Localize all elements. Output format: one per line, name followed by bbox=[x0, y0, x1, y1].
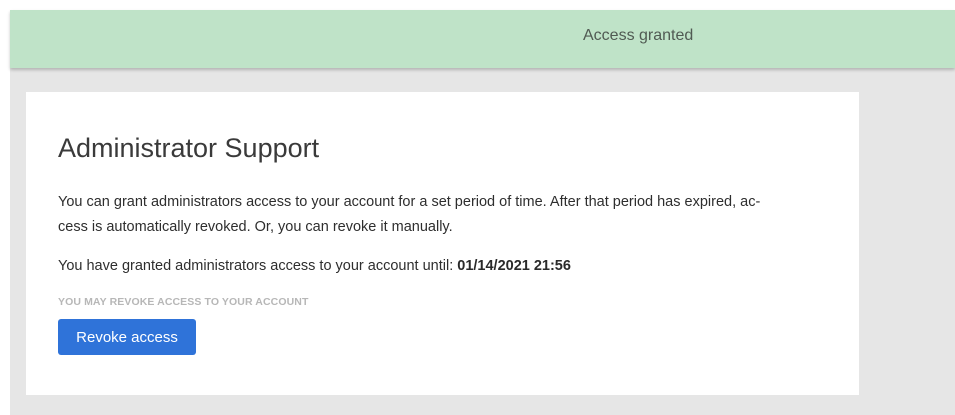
access-expiry-date: 01/14/2021 21:56 bbox=[457, 258, 571, 274]
page-title: Administrator Support bbox=[58, 133, 320, 163]
administrator-support-card: Administrator Support You can grant admi… bbox=[26, 92, 859, 395]
description-line: cess is automatically revoked. Or, you c… bbox=[58, 219, 453, 235]
access-status-text: You have granted administrators access t… bbox=[58, 258, 571, 274]
description-line: You can grant administrators access to y… bbox=[58, 194, 761, 210]
success-banner: Access granted bbox=[10, 10, 955, 68]
description-text: You can grant administrators access to y… bbox=[58, 190, 833, 240]
revoke-access-button[interactable]: Revoke access bbox=[58, 319, 196, 355]
page-background: Access granted Administrator Support You… bbox=[10, 10, 955, 415]
revoke-caption: YOU MAY REVOKE ACCESS TO YOUR ACCOUNT bbox=[58, 296, 309, 308]
banner-message: Access granted bbox=[583, 27, 694, 44]
status-prefix: You have granted administrators access t… bbox=[58, 258, 458, 274]
